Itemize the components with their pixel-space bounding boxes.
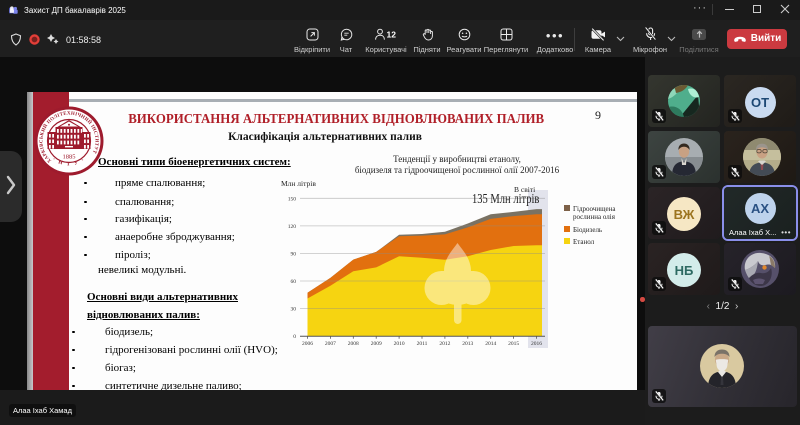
svg-text:2011: 2011 — [417, 341, 428, 347]
svg-text:120: 120 — [288, 224, 297, 230]
svg-text:2012: 2012 — [439, 341, 450, 347]
svg-text:2010: 2010 — [394, 341, 405, 347]
svg-text:2014: 2014 — [485, 341, 496, 347]
svg-text:2007: 2007 — [325, 341, 336, 347]
svg-text:90: 90 — [291, 252, 297, 258]
svg-text:12: 12 — [387, 30, 397, 40]
svg-text:60: 60 — [291, 279, 297, 285]
svg-text:2008: 2008 — [348, 341, 359, 347]
svg-text:2015: 2015 — [508, 341, 519, 347]
svg-text:2006: 2006 — [302, 341, 313, 347]
svg-text:1885: 1885 — [63, 154, 76, 161]
svg-text:2016: 2016 — [531, 341, 542, 347]
svg-text:2009: 2009 — [371, 341, 382, 347]
svg-text:0: 0 — [293, 334, 296, 340]
svg-text:2013: 2013 — [462, 341, 473, 347]
svg-text:150: 150 — [288, 196, 297, 202]
svg-text:30: 30 — [291, 307, 297, 313]
